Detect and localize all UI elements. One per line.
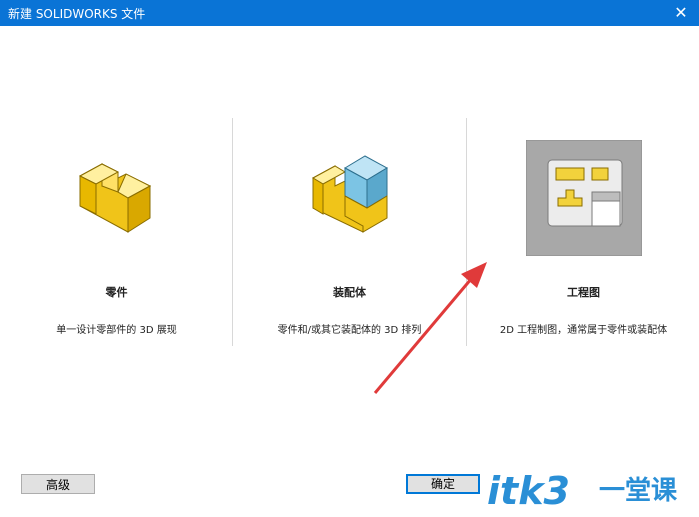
template-part[interactable]: 零件 单一设计零部件的 3D 展现 bbox=[0, 118, 233, 358]
watermark-suffix: 一堂课 bbox=[599, 476, 678, 506]
drawing-label: 工程图 bbox=[567, 286, 600, 299]
watermark-logo: itk3 一堂课 bbox=[487, 468, 687, 514]
part-icon bbox=[78, 163, 152, 233]
title-bar: 新建 SOLIDWORKS 文件 ✕ bbox=[0, 0, 699, 26]
window-title: 新建 SOLIDWORKS 文件 bbox=[8, 7, 146, 21]
part-description: 单一设计零部件的 3D 展现 bbox=[56, 325, 177, 336]
template-drawing[interactable]: 工程图 2D 工程制图，通常属于零件或装配体 bbox=[467, 118, 699, 358]
close-icon[interactable]: ✕ bbox=[663, 0, 699, 26]
drawing-description: 2D 工程制图，通常属于零件或装配体 bbox=[499, 325, 668, 336]
assembly-icon bbox=[311, 155, 389, 233]
watermark-text: itk3 bbox=[487, 469, 570, 513]
advanced-button[interactable]: 高级 bbox=[21, 474, 95, 494]
ok-button[interactable]: 确定 bbox=[406, 474, 480, 494]
annotation-arrow-icon bbox=[373, 262, 487, 394]
part-label: 零件 bbox=[105, 286, 128, 299]
drawing-icon bbox=[526, 140, 642, 256]
